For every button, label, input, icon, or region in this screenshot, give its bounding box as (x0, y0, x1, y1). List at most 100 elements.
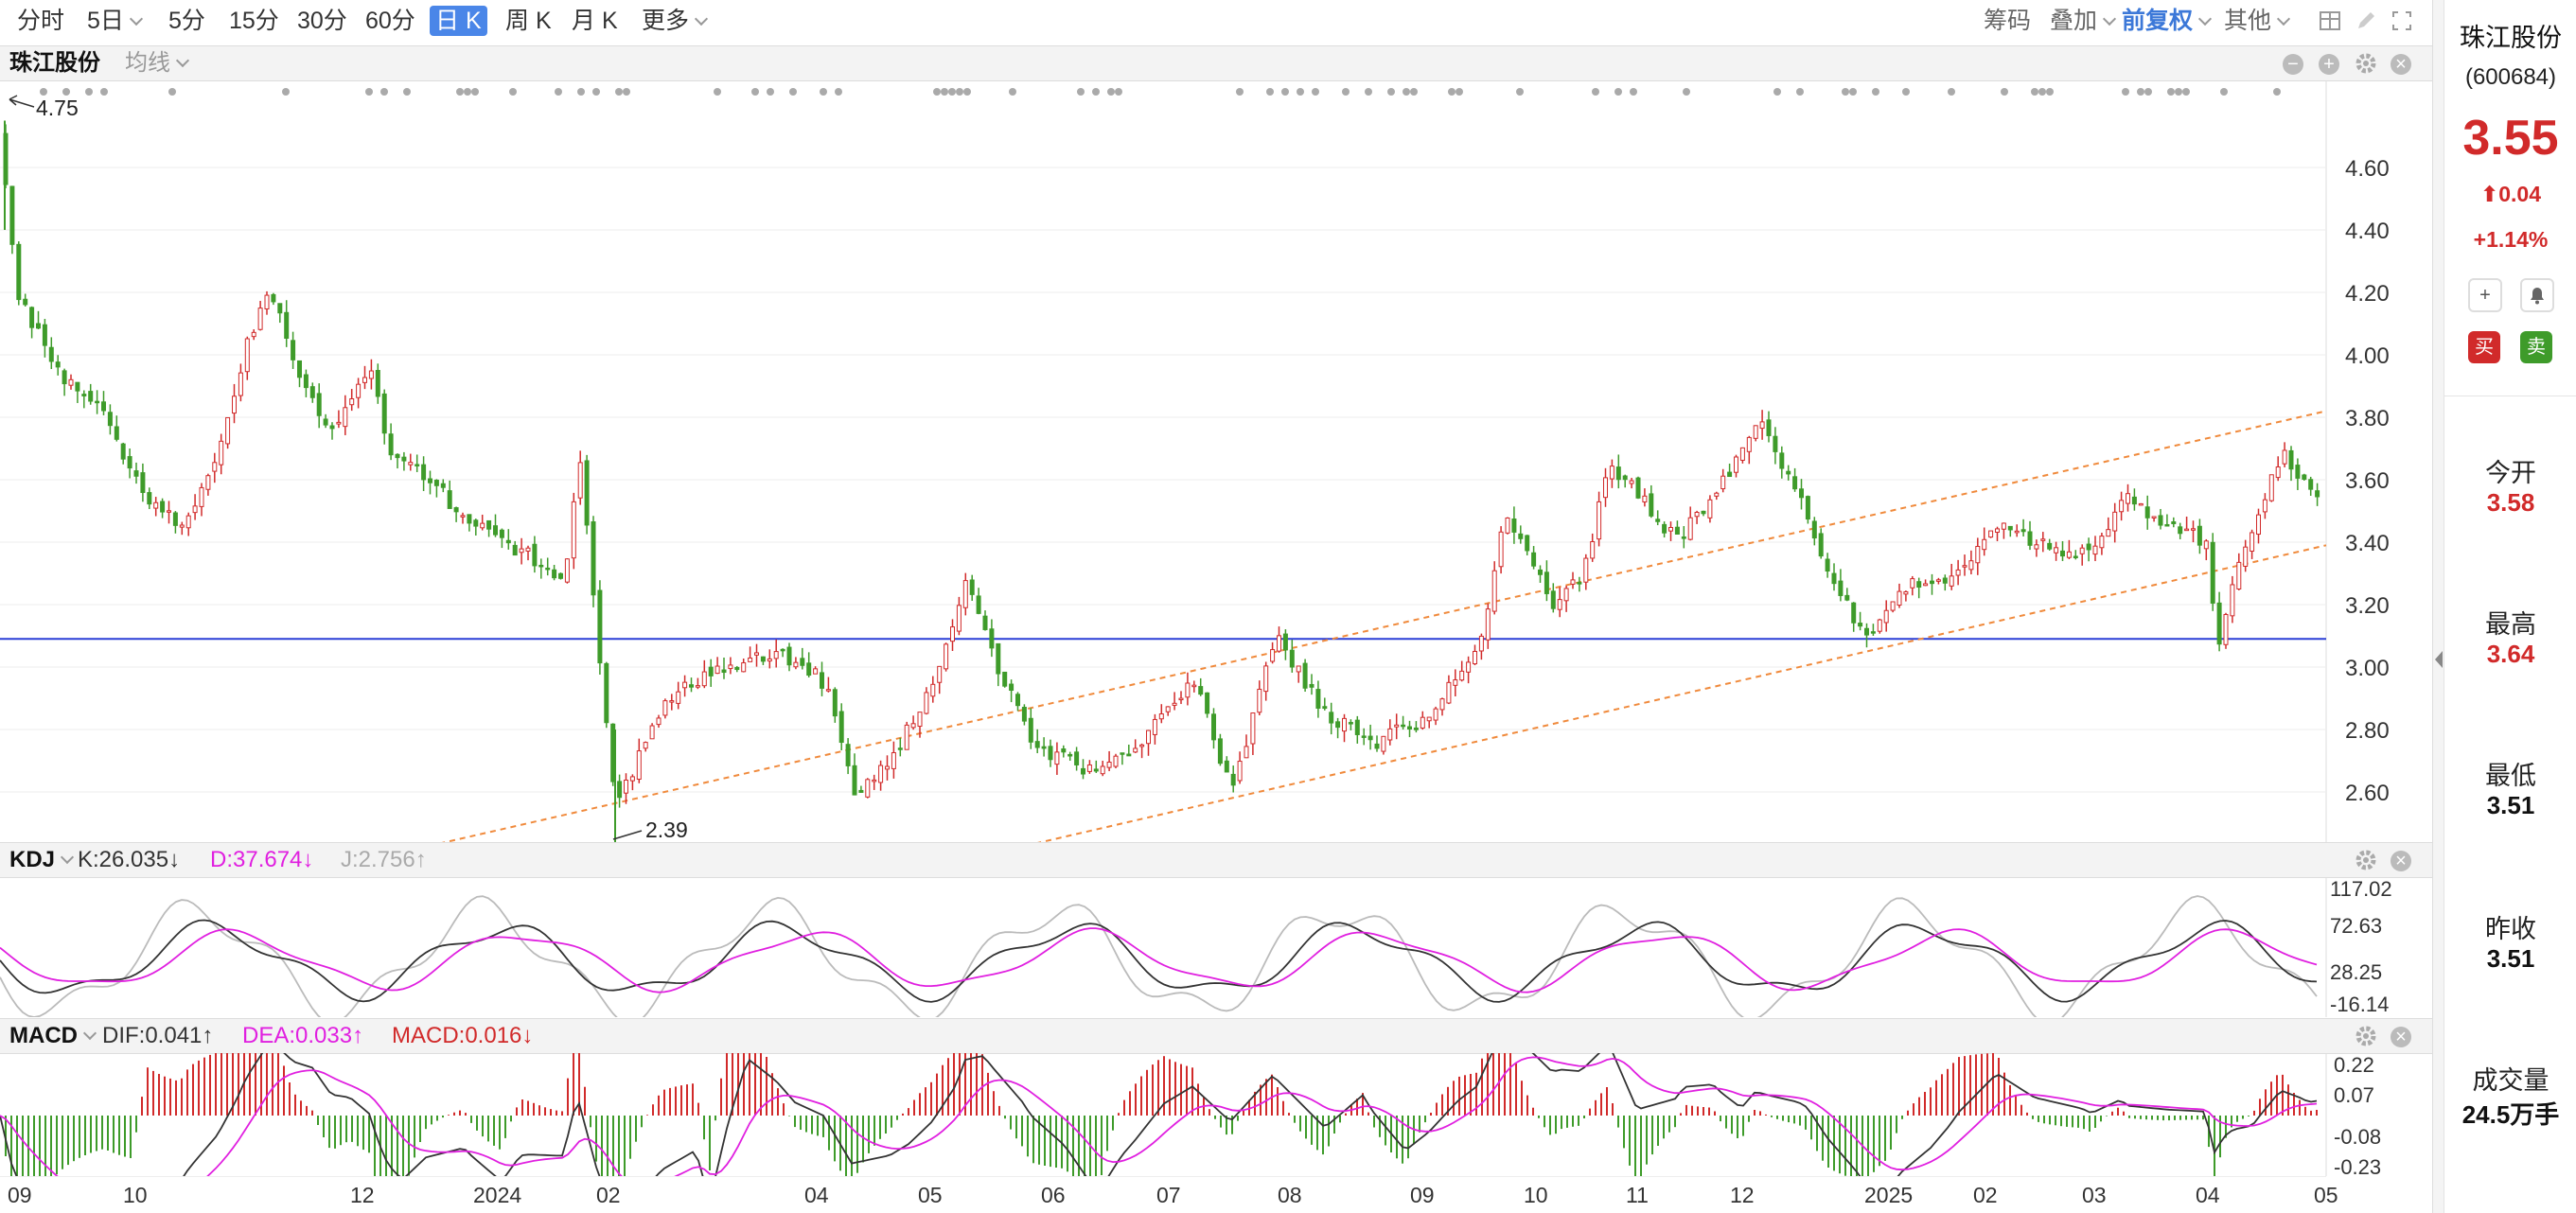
candle (891, 741, 896, 779)
candle-body (1687, 517, 1693, 540)
period-5min[interactable]: 5分 (163, 6, 211, 36)
candle (962, 572, 968, 616)
sell-button[interactable]: 卖 (2520, 331, 2552, 363)
period-weekly-k[interactable]: 周 K (500, 6, 557, 36)
candle (1701, 510, 1706, 517)
candle-body (1106, 762, 1112, 768)
zoom-in-icon[interactable]: + (2319, 54, 2339, 75)
ma-dropdown[interactable]: 均线 (125, 46, 190, 80)
candle-body (1570, 579, 1576, 585)
candle (1413, 721, 1419, 733)
chips-button[interactable]: 筹码 (1978, 6, 2037, 36)
event-dot (509, 88, 517, 96)
candle-body (1930, 580, 1934, 585)
candle (473, 519, 479, 536)
candle (212, 452, 218, 483)
period-monthly-k[interactable]: 月 K (566, 6, 624, 36)
candle-body (1975, 545, 1981, 564)
layout-grid-icon[interactable] (2319, 9, 2341, 32)
candle-body (1838, 580, 1844, 596)
candle (2178, 522, 2183, 539)
price-change-pct: +1.14% (2473, 227, 2549, 252)
candle (715, 657, 720, 675)
other-dropdown[interactable]: 其他 (2218, 6, 2294, 36)
candle-body (114, 426, 119, 440)
candle-body (1622, 475, 1628, 481)
candle-body (910, 723, 916, 729)
candle (499, 528, 504, 549)
candle-body (1335, 721, 1341, 729)
candle-body (1916, 581, 1922, 589)
period-intraday[interactable]: 分时 (11, 6, 70, 36)
channel-upper-line (441, 410, 2327, 842)
candle (172, 511, 178, 534)
candle-body (969, 579, 975, 595)
settings-gear-icon[interactable] (2355, 849, 2377, 871)
candle-body (277, 303, 283, 314)
adjust-forward-dropdown[interactable]: 前复权 (2116, 6, 2215, 36)
kline-chart[interactable]: 4.60 4.40 4.20 4.00 3.80 3.60 3.40 3.20 3.00 2.80… (0, 80, 2432, 842)
candle (2112, 502, 2118, 543)
candle-body (147, 492, 152, 505)
zoom-out-icon[interactable]: − (2283, 54, 2303, 75)
settings-gear-icon[interactable] (2355, 1025, 2377, 1047)
candle (1982, 527, 1987, 556)
candle-body (153, 501, 159, 509)
period-15min[interactable]: 15分 (223, 6, 285, 36)
period-5day[interactable]: 5日 (81, 6, 147, 36)
candle-body (1590, 541, 1596, 559)
candle (1302, 659, 1308, 693)
candle (303, 369, 309, 397)
close-icon[interactable]: × (2391, 1027, 2411, 1047)
candle-body (1021, 707, 1027, 722)
candle-body (1348, 722, 1353, 725)
candle (29, 306, 35, 339)
candle (2295, 458, 2301, 490)
period-60min[interactable]: 60分 (360, 6, 421, 36)
settings-gear-icon[interactable] (2355, 52, 2377, 75)
candle-body (924, 692, 929, 714)
overlay-dropdown[interactable]: 叠加 (2044, 6, 2120, 36)
candle-body (460, 515, 466, 518)
candle-body (2099, 536, 2105, 549)
candle (1061, 745, 1067, 758)
period-daily-k[interactable]: 日 K (430, 6, 487, 36)
candle-body (1674, 526, 1680, 535)
candle-body (1453, 679, 1458, 686)
candle (95, 390, 100, 414)
candle (1198, 677, 1204, 696)
fullscreen-icon[interactable] (2391, 9, 2413, 32)
candle (708, 659, 714, 687)
buy-button[interactable]: 买 (2468, 331, 2500, 363)
bell-alert-icon[interactable] (2520, 278, 2554, 312)
candle-body (1603, 477, 1608, 499)
period-30min[interactable]: 30分 (291, 6, 353, 36)
date-axis-tick: 06 (1041, 1183, 1066, 1207)
candle-body (2047, 542, 2053, 550)
candle (1525, 535, 1530, 555)
candle (1557, 587, 1562, 618)
macd-indicator-dropdown[interactable]: MACD (9, 1019, 97, 1053)
candle (897, 737, 903, 757)
event-dot (2137, 88, 2144, 96)
kdj-indicator-dropdown[interactable]: KDJ (9, 843, 75, 877)
close-icon[interactable]: × (2391, 851, 2411, 871)
candle (2027, 520, 2033, 551)
candle-body (225, 416, 231, 445)
candle (1786, 465, 1791, 481)
candle (2138, 502, 2144, 506)
draw-pen-icon[interactable] (2355, 9, 2377, 32)
event-dot (789, 88, 797, 96)
price-axis-tick: 3.40 (2345, 531, 2390, 556)
candle (1113, 753, 1119, 769)
more-periods-dropdown[interactable]: 更多 (636, 6, 712, 36)
candle (1086, 760, 1092, 774)
quote-sidebar: 珠江股份 (600684) 3.55 ⬆0.04 +1.14% + 买 卖 今开… (2444, 0, 2576, 1213)
candle (1923, 579, 1929, 587)
close-icon[interactable]: × (2391, 54, 2411, 75)
candle (114, 415, 119, 442)
candle-body (291, 340, 296, 360)
candle-body (989, 628, 995, 649)
candle (1753, 425, 1758, 442)
add-watchlist-icon[interactable]: + (2468, 278, 2502, 312)
